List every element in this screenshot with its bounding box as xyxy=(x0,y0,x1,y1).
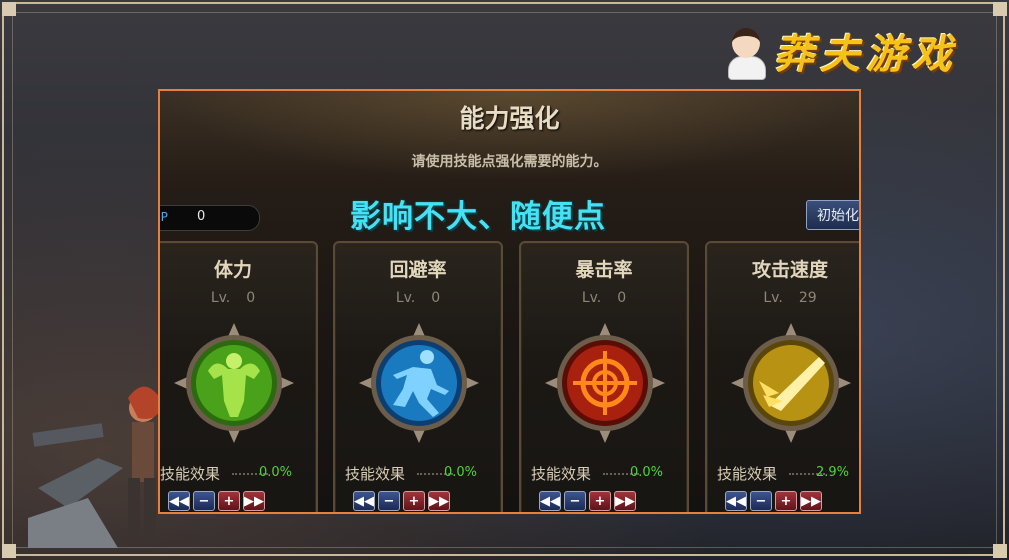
effect-label: 技能效果 xyxy=(345,465,406,483)
sp-label: SP xyxy=(160,210,168,224)
character-art xyxy=(28,386,163,548)
frame-corner xyxy=(993,544,1007,558)
evasion-icon xyxy=(359,323,479,443)
max-level-button[interactable]: ▶▶ xyxy=(614,491,636,511)
effect-value: 0.0% xyxy=(258,465,292,480)
increase-button[interactable]: + xyxy=(218,491,240,511)
effect-value: 0.0% xyxy=(443,465,477,480)
effect-row: 技能效果 0.0% xyxy=(160,463,316,483)
ability-card-critical: 暴击率 Lv. 0 技能效果 0.0% ◀◀ − + ▶▶ xyxy=(519,241,689,512)
max-level-button[interactable]: ▶▶ xyxy=(243,491,265,511)
effect-row: 技能效果 0.0% xyxy=(335,463,501,483)
effect-row: 技能效果 0.0% xyxy=(521,463,687,483)
frame-corner xyxy=(993,2,1007,16)
decrease-button[interactable]: − xyxy=(378,491,400,511)
ability-card-evasion: 回避率 Lv. 0 技能效果 0.0% ◀◀ − + ▶▶ xyxy=(333,241,503,512)
increase-button[interactable]: + xyxy=(775,491,797,511)
level-controls: ◀◀ − + ▶▶ xyxy=(539,491,636,511)
min-level-button[interactable]: ◀◀ xyxy=(353,491,375,511)
ability-panel: 能力强化 请使用技能点强化需要的能力。 SP 0 初始化 影响不大、随便点 体力… xyxy=(158,89,861,514)
min-level-button[interactable]: ◀◀ xyxy=(539,491,561,511)
min-level-button[interactable]: ◀◀ xyxy=(725,491,747,511)
skill-point-display: SP 0 xyxy=(160,205,260,231)
avatar xyxy=(724,24,768,80)
decrease-button[interactable]: − xyxy=(750,491,772,511)
sp-value: 0 xyxy=(197,209,206,224)
card-level: Lv. 29 xyxy=(707,290,859,306)
ability-card-stamina: 体力 Lv. 0 技能效果 0.0% ◀◀ − + ▶▶ xyxy=(160,241,318,512)
ability-card-attack-speed: 攻击速度 Lv. 29 技能效果 2.9% ◀◀ − + ▶▶ xyxy=(705,241,859,512)
strength-icon xyxy=(174,323,294,443)
panel-title: 能力强化 xyxy=(459,104,560,133)
frame-corner xyxy=(2,2,16,16)
level-value: 0 xyxy=(246,290,256,306)
decrease-button[interactable]: − xyxy=(564,491,586,511)
crosshair-icon xyxy=(545,323,665,443)
effect-value: 2.9% xyxy=(815,465,849,480)
level-label: Lv. xyxy=(763,290,783,306)
level-value: 0 xyxy=(617,290,627,306)
level-label: Lv. xyxy=(581,290,602,306)
effect-value: 0.0% xyxy=(629,465,663,480)
decrease-button[interactable]: − xyxy=(193,491,215,511)
level-value: 29 xyxy=(798,290,817,306)
card-title: 回避率 xyxy=(389,259,447,281)
level-controls: ◀◀ − + ▶▶ xyxy=(168,491,265,511)
min-level-button[interactable]: ◀◀ xyxy=(168,491,190,511)
panel-subtitle: 请使用技能点强化需要的能力。 xyxy=(411,154,608,170)
max-level-button[interactable]: ▶▶ xyxy=(800,491,822,511)
reset-button[interactable]: 初始化 xyxy=(806,200,859,230)
increase-button[interactable]: + xyxy=(589,491,611,511)
card-title: 攻击速度 xyxy=(751,259,828,281)
card-level: Lv. 0 xyxy=(335,290,501,306)
brand-logo: 莽夫游戏 xyxy=(724,22,958,80)
overlay-caption: 影响不大、随便点 xyxy=(350,199,606,235)
level-label: Lv. xyxy=(395,290,416,306)
card-level: Lv. 0 xyxy=(521,290,687,306)
effect-label: 技能效果 xyxy=(717,465,778,483)
increase-button[interactable]: + xyxy=(403,491,425,511)
effect-label: 技能效果 xyxy=(160,465,221,483)
level-value: 0 xyxy=(431,290,441,306)
frame-corner xyxy=(2,544,16,558)
level-controls: ◀◀ − + ▶▶ xyxy=(353,491,450,511)
effect-label: 技能效果 xyxy=(531,465,592,483)
card-level: Lv. 0 xyxy=(160,290,316,306)
attack-speed-icon xyxy=(731,323,851,443)
card-title: 暴击率 xyxy=(575,259,633,281)
card-title: 体力 xyxy=(213,259,252,281)
brand-title: 莽夫游戏 xyxy=(774,31,958,78)
max-level-button[interactable]: ▶▶ xyxy=(428,491,450,511)
level-controls: ◀◀ − + ▶▶ xyxy=(725,491,822,511)
effect-row: 技能效果 2.9% xyxy=(707,463,859,483)
level-label: Lv. xyxy=(210,290,231,306)
